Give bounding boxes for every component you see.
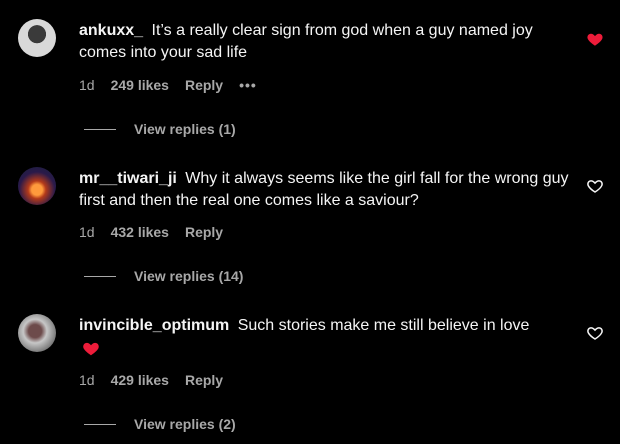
username[interactable]: mr__tiwari_ji [79,170,177,187]
comment-body: It’s a really clear sign from god when a… [79,22,533,61]
heart-icon[interactable] [586,324,604,342]
replies-divider [84,423,116,425]
view-replies-button[interactable]: View replies (1) [84,121,236,137]
timestamp: 1d [79,372,95,388]
timestamp: 1d [79,77,95,93]
comment-meta: 1d 249 likes Reply ••• [79,77,273,93]
view-replies-button[interactable]: View replies (14) [84,268,243,284]
likes-count[interactable]: 429 likes [111,372,169,388]
reply-button[interactable]: Reply [185,372,223,388]
likes-count[interactable]: 249 likes [111,77,169,93]
username[interactable]: invincible_optimum [79,317,229,334]
replies-divider [84,128,116,130]
view-replies-button[interactable]: View replies (2) [84,416,236,432]
replies-divider [84,275,116,277]
likes-count[interactable]: 432 likes [111,224,169,240]
comment-text: ankuxx_ It’s a really clear sign from go… [79,20,579,64]
view-replies-label: View replies (14) [134,268,244,284]
avatar[interactable] [18,167,56,205]
more-options-icon[interactable]: ••• [239,77,257,93]
reply-button[interactable]: Reply [185,224,223,240]
reply-button[interactable]: Reply [185,77,223,93]
comment-body: Such stories make me still believe in lo… [237,317,530,334]
comment-text: invincible_optimum Such stories make me … [79,315,579,337]
comment-text: mr__tiwari_ji Why it always seems like t… [79,168,574,212]
comment-meta: 1d 432 likes Reply [79,224,239,240]
heart-icon[interactable] [586,177,604,195]
comment-meta: 1d 429 likes Reply [79,372,239,388]
timestamp: 1d [79,224,95,240]
heart-emoji-icon [83,342,99,356]
heart-icon[interactable] [586,30,604,48]
avatar[interactable] [18,314,56,352]
view-replies-label: View replies (2) [134,416,236,432]
view-replies-label: View replies (1) [134,121,236,137]
avatar[interactable] [18,19,56,57]
username[interactable]: ankuxx_ [79,22,143,39]
